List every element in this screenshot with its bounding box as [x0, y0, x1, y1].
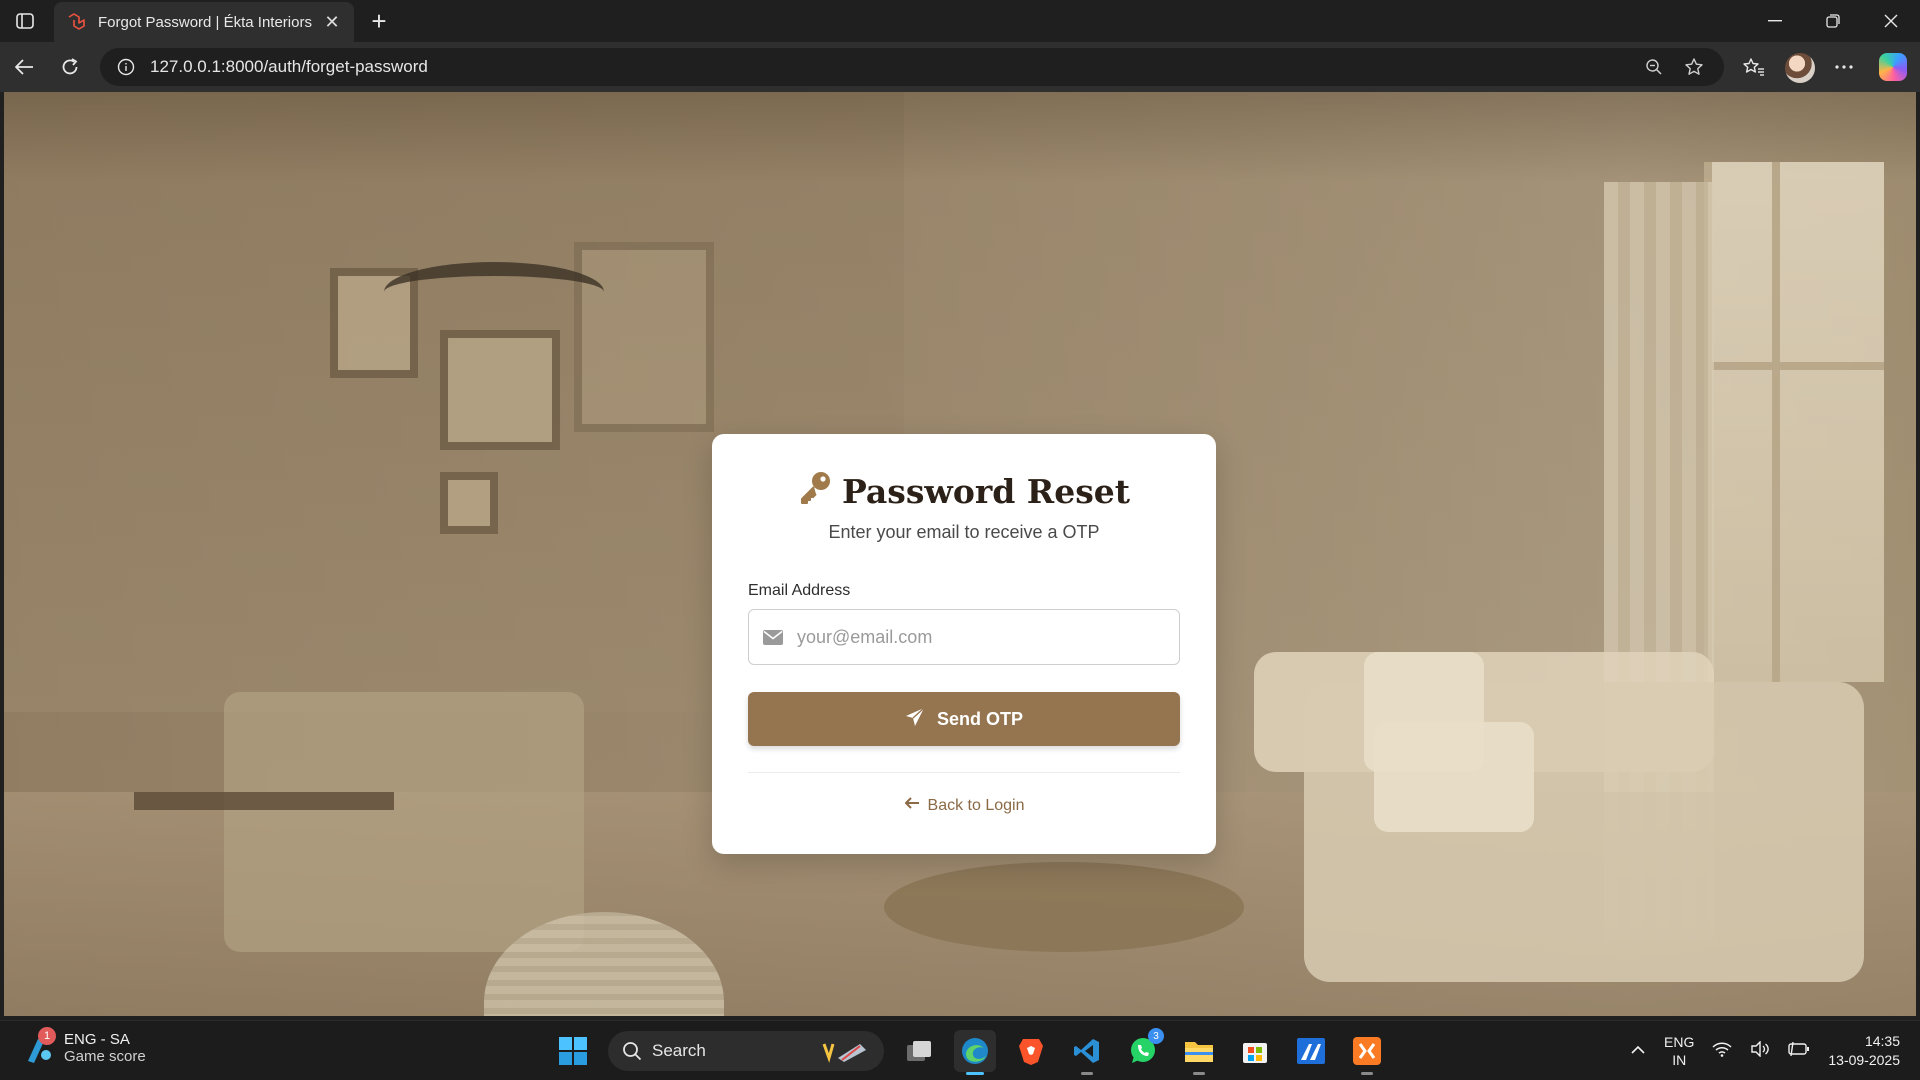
clock-date: 13-09-2025 — [1828, 1052, 1900, 1068]
vscode-icon[interactable] — [1066, 1030, 1108, 1075]
xampp-icon[interactable] — [1346, 1030, 1388, 1075]
chevron-up-icon[interactable] — [1630, 1042, 1646, 1060]
profile-avatar[interactable] — [1785, 53, 1815, 83]
microsoft-store-icon[interactable] — [1234, 1030, 1276, 1072]
brave-icon[interactable] — [1010, 1030, 1052, 1072]
email-input[interactable] — [797, 626, 1179, 648]
site-info-icon[interactable] — [116, 57, 136, 77]
email-field-wrapper — [748, 609, 1180, 665]
tab-title: Forgot Password | Ékta Interiors — [98, 13, 312, 31]
browser-tab[interactable]: Forgot Password | Ékta Interiors ✕ — [54, 2, 354, 42]
whatsapp-icon[interactable]: 3 — [1122, 1028, 1164, 1072]
sidebar-toggle-icon[interactable] — [10, 8, 40, 34]
window-close-icon[interactable] — [1862, 0, 1920, 42]
favorites-icon[interactable] — [1738, 52, 1770, 82]
browser-toolbar: 127.0.0.1:8000/auth/forget-password — [0, 42, 1920, 92]
close-tab-icon[interactable]: ✕ — [322, 12, 342, 33]
card-title: Password Reset — [798, 470, 1130, 512]
whatsapp-badge: 3 — [1148, 1028, 1164, 1044]
input-language[interactable]: ENG IN — [1664, 1033, 1694, 1069]
copilot-icon[interactable] — [1879, 53, 1907, 81]
laravel-favicon-icon — [66, 12, 86, 32]
back-to-login-link[interactable]: Back to Login — [712, 796, 1216, 815]
language-code: ENG — [1664, 1034, 1695, 1050]
clock[interactable]: 14:35 13-09-2025 — [1828, 1032, 1900, 1070]
new-tab-icon[interactable]: + — [364, 6, 394, 36]
minimize-icon[interactable] — [1746, 0, 1804, 42]
search-highlight-icon — [822, 1043, 866, 1063]
envelope-icon — [763, 629, 783, 645]
task-view-icon[interactable] — [898, 1030, 940, 1072]
search-icon — [623, 1042, 642, 1061]
taskbar-search[interactable]: Search — [608, 1031, 884, 1071]
more-icon[interactable] — [1828, 52, 1860, 82]
password-reset-card: Password Reset Enter your email to recei… — [712, 434, 1216, 854]
widget-subtitle: Game score — [64, 1048, 146, 1065]
card-subtitle: Enter your email to receive a OTP — [828, 522, 1100, 542]
volume-icon[interactable] — [1750, 1039, 1770, 1062]
start-icon[interactable] — [552, 1030, 594, 1072]
page-viewport: Password Reset Enter your email to recei… — [4, 92, 1916, 1016]
search-label: Search — [652, 1041, 706, 1060]
taskbar-apps: Search 3 — [552, 1028, 1388, 1075]
send-otp-button[interactable]: Send OTP — [748, 692, 1180, 746]
edge-icon[interactable] — [954, 1030, 996, 1075]
email-label: Email Address — [748, 582, 851, 599]
arrow-left-icon — [904, 796, 920, 815]
favorite-star-icon[interactable] — [1680, 53, 1708, 81]
widget-title: ENG - SA — [64, 1031, 130, 1048]
app-launcher-icon[interactable] — [1290, 1030, 1332, 1072]
back-to-login-label: Back to Login — [927, 796, 1025, 814]
address-bar[interactable]: 127.0.0.1:8000/auth/forget-password — [100, 48, 1724, 86]
card-header: Password Reset Enter your email to recei… — [712, 470, 1216, 543]
widget-badge: 1 — [38, 1027, 56, 1045]
key-icon — [798, 470, 832, 512]
windows-taskbar: 1 ENG - SA Game score Search 3 ENG IN 14… — [0, 1020, 1920, 1080]
url-text: 127.0.0.1:8000/auth/forget-password — [150, 57, 428, 76]
card-title-text: Password Reset — [841, 471, 1131, 511]
browser-tab-bar: Forgot Password | Ékta Interiors ✕ + — [0, 0, 1920, 42]
back-icon[interactable] — [8, 52, 40, 82]
wifi-icon[interactable] — [1712, 1041, 1732, 1062]
refresh-icon[interactable] — [54, 52, 86, 82]
file-explorer-icon[interactable] — [1178, 1030, 1220, 1075]
zoom-icon[interactable] — [1640, 53, 1668, 81]
region-code: IN — [1672, 1052, 1687, 1068]
clock-time: 14:35 — [1864, 1033, 1900, 1049]
system-tray: ENG IN 14:35 13-09-2025 — [1630, 1029, 1900, 1073]
maximize-icon[interactable] — [1804, 0, 1862, 42]
battery-icon[interactable] — [1788, 1041, 1810, 1061]
divider — [748, 772, 1180, 773]
cricket-widget-icon: 1 — [24, 1027, 56, 1065]
paper-plane-icon — [905, 706, 925, 732]
widgets-button[interactable]: 1 ENG - SA Game score — [24, 1027, 146, 1065]
send-otp-label: Send OTP — [936, 708, 1023, 729]
